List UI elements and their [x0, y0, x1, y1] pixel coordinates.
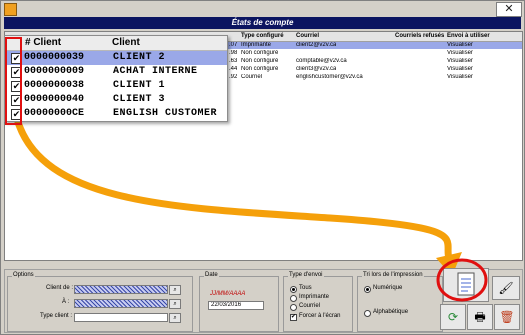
client-name: ENGLISH CUSTOMER: [113, 108, 218, 119]
col-client-number[interactable]: # Client: [25, 36, 61, 50]
date-group-label: Date: [204, 272, 219, 278]
clear-button[interactable]: 🖌: [492, 276, 520, 300]
checkbox-highlight: [5, 37, 22, 125]
client-to-search-button[interactable]: ⌕: [169, 299, 181, 309]
refresh-button[interactable]: ⟳: [440, 304, 466, 330]
options-group-label: Options: [12, 272, 35, 278]
send-type-group-label: Type d'envoi: [288, 272, 324, 278]
col-client-name[interactable]: Client: [112, 36, 140, 50]
send-type-all-label: Tous: [299, 285, 312, 291]
brush-icon: 🖌: [498, 281, 514, 295]
client-number: 00000000CE: [24, 108, 85, 119]
sort-alpha-radio[interactable]: [364, 310, 371, 317]
refresh-icon: ⟳: [447, 310, 459, 324]
client-name: CLIENT 2: [113, 52, 166, 63]
list-item[interactable]: ✔ 0000000039 CLIENT 2: [5, 51, 227, 65]
sort-group: Tri lors de l'impression Numérique Alpha…: [357, 272, 443, 332]
client-number: 0000000040: [24, 94, 85, 105]
sort-numeric-radio[interactable]: [364, 286, 371, 293]
date-group: Date JJ/MM/AAAA 22/03/2016: [199, 272, 279, 332]
client-to-field[interactable]: [74, 299, 168, 308]
trash-icon: 🗑: [499, 310, 515, 324]
preview-highlight-circle: [436, 258, 488, 302]
list-item[interactable]: ✔ 00000000CE ENGLISH CUSTOMER: [5, 107, 227, 121]
sort-numeric-label: Numérique: [373, 285, 403, 291]
send-type-all-radio[interactable]: [290, 286, 297, 293]
client-from-label: Client de :: [46, 285, 74, 291]
search-icon: ⌕: [173, 287, 177, 293]
popup-header: # Client Client: [5, 36, 227, 51]
client-list-popup[interactable]: # Client Client ✔ 0000000039 CLIENT 2 ✔ …: [4, 35, 228, 122]
force-screen-label: Forcer à l'écran: [299, 313, 341, 319]
client-number: 0000000039: [24, 52, 85, 63]
client-number: 0000000009: [24, 66, 85, 77]
print-button[interactable]: 🖶: [467, 304, 493, 330]
client-from-field[interactable]: [74, 285, 168, 294]
client-name: CLIENT 1: [113, 80, 166, 91]
client-name: ACHAT INTERNE: [113, 66, 198, 77]
printer-icon: 🖶: [474, 310, 486, 324]
date-format-hint: JJ/MM/AAAA: [210, 291, 246, 297]
send-type-group: Type d'envoi Tous Imprimante Courriel ✔ …: [283, 272, 353, 332]
date-input[interactable]: 22/03/2016: [208, 301, 264, 310]
client-name: CLIENT 3: [113, 94, 166, 105]
client-to-label: À :: [62, 299, 70, 305]
list-item[interactable]: ✔ 0000000009 ACHAT INTERNE: [5, 65, 227, 79]
send-type-email-radio[interactable]: [290, 304, 297, 311]
send-type-printer-radio[interactable]: [290, 295, 297, 302]
sort-alpha-label: Alphabétique: [373, 309, 409, 315]
options-group: Options Client de : ⌕ À : ⌕ Type client …: [7, 272, 193, 332]
search-icon: ⌕: [173, 301, 177, 307]
client-type-search-button[interactable]: ⌕: [169, 313, 181, 323]
client-number: 0000000038: [24, 80, 85, 91]
send-type-printer-label: Imprimante: [299, 294, 330, 300]
force-screen-checkbox[interactable]: ✔: [290, 314, 297, 321]
list-item[interactable]: ✔ 0000000040 CLIENT 3: [5, 93, 227, 107]
sort-group-label: Tri lors de l'impression: [362, 272, 424, 278]
delete-button[interactable]: 🗑: [494, 304, 520, 330]
search-icon: ⌕: [173, 315, 177, 321]
client-from-search-button[interactable]: ⌕: [169, 285, 181, 295]
client-type-field[interactable]: [74, 313, 168, 322]
list-item[interactable]: ✔ 0000000038 CLIENT 1: [5, 79, 227, 93]
client-type-label: Type client :: [40, 313, 73, 319]
send-type-email-label: Courriel: [299, 303, 321, 309]
